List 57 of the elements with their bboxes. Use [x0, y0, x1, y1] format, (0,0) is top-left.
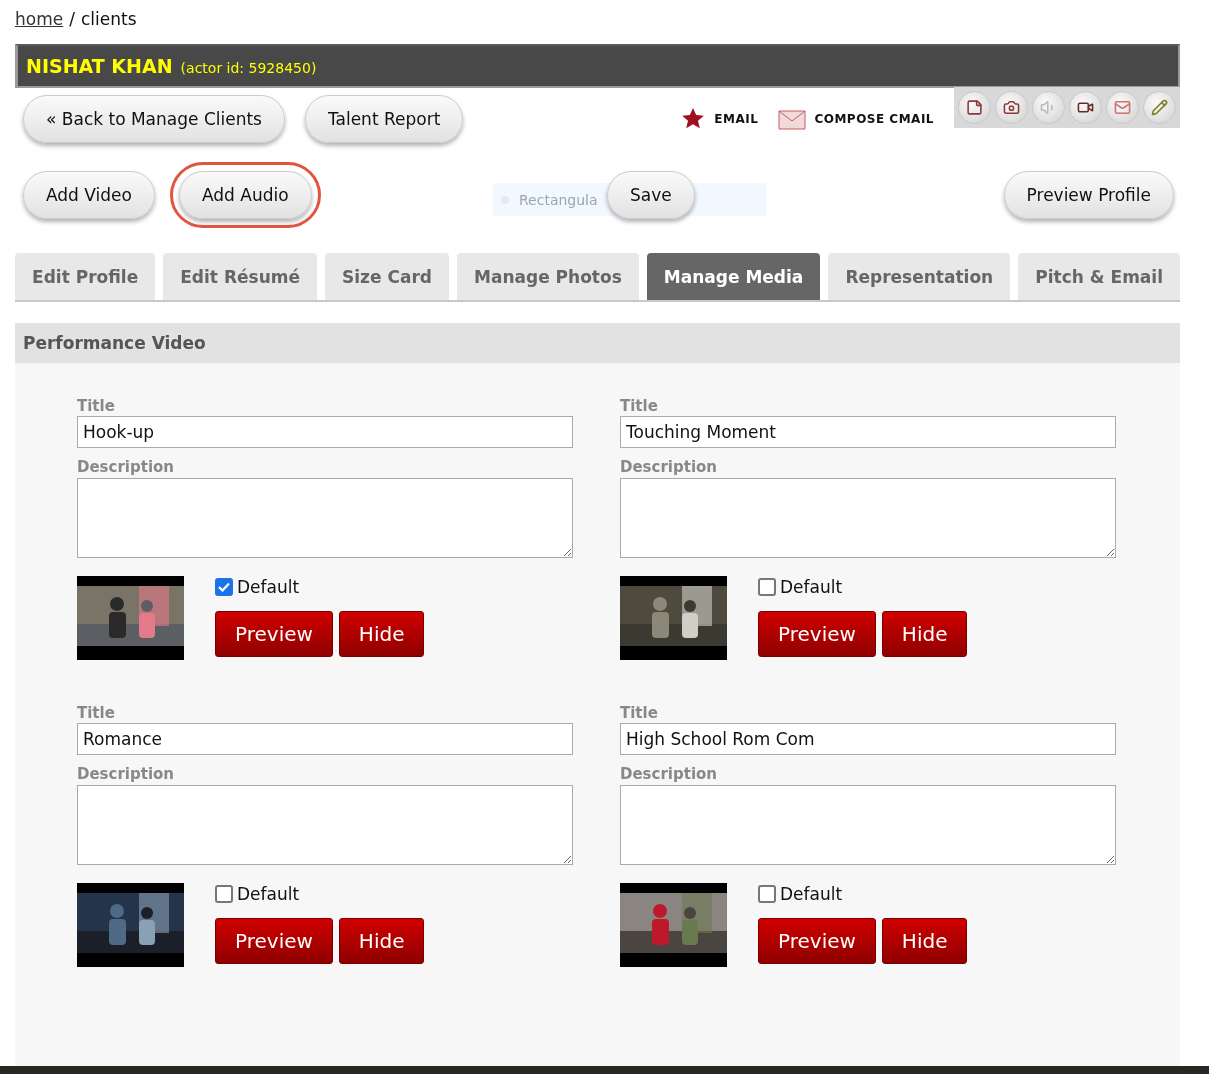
description-field[interactable]: [620, 785, 1116, 865]
actor-id: (actor id: 5928450): [180, 59, 317, 76]
default-checkbox[interactable]: [758, 578, 776, 596]
description-label: Description: [77, 765, 176, 783]
camera-icon[interactable]: [995, 91, 1028, 124]
hide-button[interactable]: Hide: [338, 611, 425, 657]
client-name: NISHAT KHAN: [26, 55, 173, 77]
save-button[interactable]: Save: [607, 171, 695, 219]
description-field[interactable]: [77, 785, 573, 865]
hide-button[interactable]: Hide: [338, 918, 425, 964]
report-button[interactable]: Talent Report: [304, 95, 464, 143]
tab[interactable]: Manage Photos: [457, 253, 639, 300]
compose-link[interactable]: COMPOSE CMAIL: [778, 108, 934, 130]
home-link[interactable]: home: [15, 9, 64, 29]
hide-button[interactable]: Hide: [881, 611, 968, 657]
tab[interactable]: Edit Résumé: [163, 253, 317, 300]
back-button[interactable]: « Back to Manage Clients: [23, 95, 285, 143]
default-checkbox[interactable]: [758, 885, 776, 903]
tab[interactable]: Edit Profile: [15, 253, 156, 300]
tab[interactable]: Representation: [828, 253, 1011, 300]
title-label: Title: [620, 704, 659, 722]
hide-button[interactable]: Hide: [881, 918, 968, 964]
tab[interactable]: Size Card: [325, 253, 449, 300]
preview-button[interactable]: Preview: [758, 918, 876, 964]
description-label: Description: [77, 458, 176, 476]
title-field[interactable]: Romance: [77, 723, 573, 755]
description-label: Description: [620, 765, 719, 783]
tab[interactable]: Manage Media: [646, 253, 821, 300]
section-title: Performance Video: [15, 323, 1180, 363]
default-label: Default: [780, 577, 843, 597]
default-label: Default: [237, 884, 300, 904]
video-camera-icon[interactable]: [1069, 91, 1102, 124]
preview-button[interactable]: Preview: [215, 918, 333, 964]
description-field[interactable]: [77, 478, 573, 558]
pencil-icon[interactable]: [1143, 91, 1176, 124]
default-checkbox[interactable]: [215, 578, 233, 596]
envelope-icon: [778, 108, 807, 130]
preview-button[interactable]: Preview: [215, 611, 333, 657]
default-label: Default: [237, 577, 300, 597]
title-label: Title: [620, 397, 659, 415]
note-icon[interactable]: [958, 91, 991, 124]
breadcrumb-current: clients: [80, 9, 137, 29]
title-field[interactable]: Hook-up: [77, 416, 573, 448]
title-label: Title: [77, 397, 116, 415]
title-label: Title: [77, 704, 116, 722]
default-label: Default: [780, 884, 843, 904]
description-field[interactable]: [620, 478, 1116, 558]
title-field[interactable]: High School Rom Com: [620, 723, 1116, 755]
add-video-button[interactable]: Add Video: [23, 171, 155, 219]
preview-button[interactable]: Preview: [758, 611, 876, 657]
breadcrumb-separator: /: [69, 9, 75, 29]
description-label: Description: [620, 458, 719, 476]
tab[interactable]: Pitch & Email: [1018, 253, 1180, 300]
default-checkbox[interactable]: [215, 885, 233, 903]
email-link[interactable]: EMAIL: [680, 107, 759, 131]
title-field[interactable]: Touching Moment: [620, 416, 1116, 448]
preview-profile-button[interactable]: Preview Profile: [1003, 171, 1174, 219]
